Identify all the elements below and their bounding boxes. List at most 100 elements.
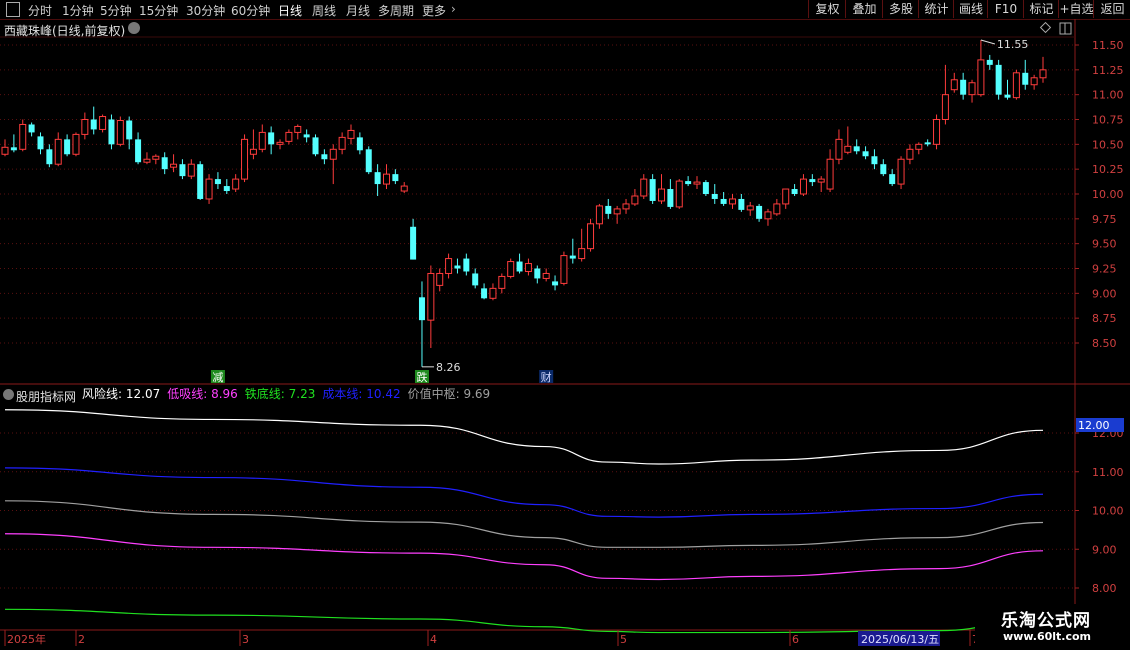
candle-body — [347, 129, 355, 139]
candle — [542, 268, 550, 282]
candle — [312, 134, 319, 157]
cursor-date: 2025/06/13/五 — [861, 633, 939, 646]
indicator-legend-0: 风险线: 12.07 — [82, 386, 160, 401]
candle — [197, 161, 204, 200]
date-label: 3 — [242, 633, 249, 646]
candle-body — [968, 82, 976, 96]
candle — [410, 218, 417, 260]
chart-canvas: 11.50 11.25 11.00 10.75 10.50 10.25 10.00 9.75 9… — [0, 19, 1130, 650]
high-price-label: 11.55 — [997, 38, 1029, 51]
candle-body — [675, 180, 683, 208]
candle-body — [223, 186, 230, 192]
candle — [826, 149, 834, 193]
candle-body — [303, 134, 310, 138]
candle-body — [135, 139, 142, 163]
candle — [1039, 56, 1047, 83]
price-tick-label: 9.25 — [1092, 263, 1117, 276]
candle-body — [258, 131, 266, 150]
candle — [347, 124, 355, 145]
candle-body — [321, 154, 328, 160]
candle-body — [472, 273, 479, 286]
candle-body — [1012, 72, 1020, 99]
candle-body — [871, 156, 878, 165]
candle-body — [19, 123, 27, 150]
candle — [675, 179, 683, 209]
candle — [977, 40, 985, 97]
candle-body — [693, 181, 701, 185]
candle — [28, 122, 35, 137]
candle-body — [285, 131, 293, 142]
candle-body — [516, 261, 523, 272]
candle-body — [205, 178, 213, 200]
candle-body — [116, 119, 124, 145]
candle-body — [197, 164, 204, 199]
candle — [126, 116, 133, 150]
candle — [46, 144, 53, 168]
candle-body — [72, 133, 80, 155]
current-value-text: 12.00 — [1078, 419, 1110, 432]
main-panel-title: 西藏珠峰(日线,前复权) — [4, 24, 126, 38]
price-tick-label: 11.25 — [1092, 64, 1124, 77]
candle-body — [880, 164, 887, 175]
candle — [321, 149, 328, 165]
candle-body — [498, 275, 506, 289]
indicator-tick-label: 11.00 — [1092, 466, 1124, 479]
candle-body — [640, 178, 648, 197]
candle — [249, 129, 257, 160]
candle-body — [685, 181, 692, 185]
candle-body — [791, 189, 798, 194]
candle-body — [622, 203, 630, 210]
candle — [871, 149, 878, 170]
candle — [108, 114, 115, 150]
chevron-down-icon[interactable] — [3, 389, 14, 400]
candle — [756, 203, 763, 222]
candle — [285, 129, 293, 145]
candle-body — [392, 174, 399, 182]
candle — [782, 188, 790, 209]
candle-body — [835, 138, 843, 160]
candle — [338, 132, 346, 155]
candle-body — [1, 146, 9, 155]
candle-body — [960, 79, 967, 95]
event-badge-label: 减 — [212, 371, 223, 384]
candle — [54, 132, 62, 167]
indicator-legend-1: 低吸线: 8.96 — [167, 387, 238, 401]
candle-body — [853, 146, 860, 152]
candle — [711, 184, 718, 204]
candle-body — [179, 164, 186, 177]
indicator-tick-label: 9.00 — [1092, 543, 1117, 556]
candle — [720, 192, 727, 206]
candle-body — [986, 59, 993, 65]
candle-body — [809, 179, 816, 183]
high-marker-line — [980, 39, 996, 45]
chevron-down-icon[interactable] — [128, 22, 140, 34]
candle-body — [312, 137, 319, 155]
candle — [968, 79, 976, 103]
candle-body — [658, 188, 666, 202]
candle-body — [534, 268, 541, 279]
candle — [889, 169, 896, 187]
candle-body — [489, 287, 497, 299]
candle — [427, 265, 435, 348]
candle — [329, 144, 337, 185]
candle-body — [410, 226, 417, 260]
candle — [853, 139, 860, 155]
candle — [773, 198, 781, 216]
candle-body — [338, 136, 346, 150]
candle-body — [481, 288, 488, 299]
candle — [552, 275, 559, 291]
candle-body — [915, 143, 923, 150]
candle — [897, 156, 905, 190]
candle-body — [560, 255, 568, 284]
candle — [728, 194, 736, 209]
candle-body — [46, 149, 53, 165]
candle — [10, 134, 17, 153]
candle — [809, 174, 816, 187]
candle — [356, 132, 363, 155]
candle-body — [542, 272, 550, 279]
candle — [223, 179, 230, 194]
candle-body — [214, 179, 221, 185]
candle-body — [924, 142, 931, 145]
candle — [90, 106, 97, 135]
candle-body — [977, 59, 985, 96]
